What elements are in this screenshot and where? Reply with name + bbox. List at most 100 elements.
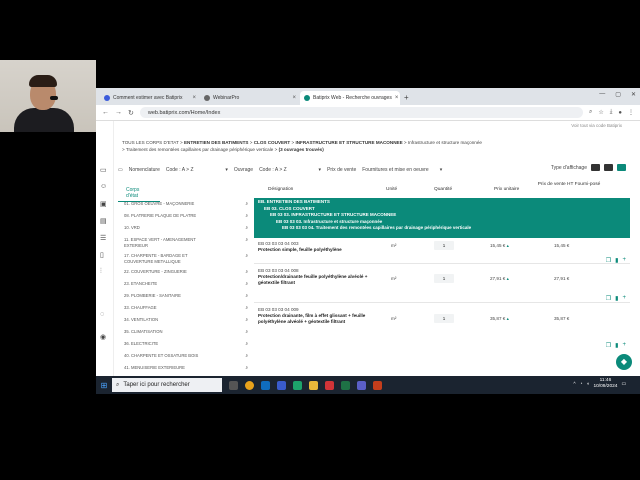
price-detail-icon[interactable]: ▴ (507, 276, 509, 281)
crumb-3[interactable]: CLOS COUVERT (254, 140, 291, 145)
add-icon[interactable]: + (622, 342, 626, 349)
crumb-1[interactable]: TOUS LES CORPS D'ETAT (122, 140, 179, 145)
app-icon[interactable] (277, 380, 286, 390)
list-item[interactable]: 08. PLATRERIE PLAQUE DE PLATRE ⌕ (124, 213, 248, 219)
menu-icon[interactable]: ⋮ (628, 109, 634, 116)
clock[interactable]: 11:46 10/09/2024 (593, 378, 617, 390)
url-input[interactable]: web.batiprix.com/Home/Index (139, 107, 583, 118)
search-icon[interactable]: ⌕ (245, 317, 248, 323)
account-icon[interactable]: ◉ (100, 333, 106, 341)
search-icon[interactable]: ⌕ (245, 365, 248, 371)
col-quantite[interactable]: Quantité (434, 187, 452, 192)
back-icon[interactable]: ← (102, 109, 109, 116)
crumb-5[interactable]: Infrastructure et structure maçonnée (408, 140, 482, 145)
crumb-6[interactable]: Traitement des remontées capillaires par… (126, 147, 273, 152)
file-explorer-icon[interactable] (309, 380, 318, 390)
col-unite[interactable]: Unité (386, 187, 397, 192)
search-icon[interactable]: ⌕ (245, 353, 248, 359)
bookmark-star-icon[interactable]: ☆ (598, 109, 603, 116)
crumb-4[interactable]: INFRASTRUCTURE ET STRUCTURE MACONNEE (295, 140, 402, 145)
book-view-icon[interactable] (591, 164, 600, 171)
folder-icon[interactable]: ▭ (100, 166, 107, 174)
monitor-view-icon[interactable] (604, 164, 613, 171)
search-icon[interactable]: ⌕ (245, 281, 248, 287)
bookmark-icon[interactable]: ▮ (615, 295, 618, 302)
tab-2[interactable]: WebinarPro × (200, 91, 300, 105)
acrobat-icon[interactable] (325, 380, 334, 390)
bookmark-icon[interactable]: ▮ (615, 342, 618, 349)
new-tab-button[interactable]: + (400, 91, 413, 105)
top-hint[interactable]: Voir tout via code Batiprix (571, 123, 622, 128)
corps-etat-title[interactable]: Corps d'état (118, 185, 160, 202)
close-icon[interactable]: × (292, 95, 296, 101)
prix-select[interactable]: Fournitures et mise en oeuvre ▾ (362, 167, 442, 173)
search-icon[interactable]: ⌕ (245, 305, 248, 311)
list-item[interactable]: 36. ELECTRICITE ⌕ (124, 341, 248, 347)
list-item[interactable]: 33. CHAUFFAGE ⌕ (124, 305, 248, 311)
list-item[interactable]: 23. ETANCHEITE ⌕ (124, 281, 248, 287)
tree-icon[interactable]: ▭ (118, 167, 123, 173)
copy-icon[interactable]: ❐ (606, 295, 611, 302)
network-icon[interactable]: ◔ (580, 382, 583, 387)
close-window-icon[interactable]: ✕ (631, 91, 636, 98)
task-view-icon[interactable] (229, 380, 238, 390)
search-icon[interactable]: ⌕ (245, 329, 248, 335)
briefcase-icon[interactable]: ▣ (100, 200, 107, 208)
notification-icon[interactable]: ▭ (621, 382, 626, 387)
download-icon[interactable]: ⤓ (610, 109, 613, 116)
list-item[interactable]: 22. COUVERTURE - ZINGUERIE ⌕ (124, 269, 248, 275)
nomenclature-select[interactable]: Code : A > Z ▾ (166, 167, 228, 173)
chevron-up-icon[interactable]: ^ (573, 382, 575, 387)
quantity-input[interactable]: 1 (434, 274, 454, 283)
ouvrage-select[interactable]: Code : A > Z ▾ (259, 167, 321, 173)
band-level-5[interactable]: EB 03 03 03 04. Traitement des remontées… (258, 225, 626, 232)
search-icon[interactable]: ⌕ (245, 341, 248, 347)
price-detail-icon[interactable]: ▴ (507, 316, 509, 321)
powerpoint-icon[interactable] (373, 380, 382, 390)
excel-icon[interactable] (341, 380, 350, 390)
copy-icon[interactable]: ❐ (606, 342, 611, 349)
search-icon[interactable]: ⌕ (245, 201, 248, 207)
close-icon[interactable]: × (395, 95, 399, 101)
list-item[interactable]: 40. CHARPENTE ET OSSATURE BOIS ⌕ (124, 353, 248, 359)
edge-icon[interactable] (293, 380, 302, 390)
list-item[interactable]: 17. CHARPENTE - BARDAGE ET COUVERTURE ME… (124, 253, 248, 264)
search-icon[interactable]: ⌕ (245, 237, 248, 248)
list-item[interactable]: 34. VENTILATION ⌕ (124, 317, 248, 323)
volume-icon[interactable]: ◖ (587, 382, 590, 387)
list-item[interactable]: 41. MENUISERIE EXTERIEURE ⌕ (124, 365, 248, 371)
document-icon[interactable]: ▤ (100, 217, 107, 225)
list-item[interactable]: 35. CLIMATISATION ⌕ (124, 329, 248, 335)
quantity-input[interactable]: 1 (434, 314, 454, 323)
search-icon[interactable]: ⌕ (245, 225, 248, 231)
minimize-icon[interactable]: — (599, 91, 605, 98)
list-item[interactable]: 01. GROS OEUVRE - MAÇONNERIE ⌕ (124, 201, 248, 207)
table-view-icon[interactable] (617, 164, 626, 171)
zoom-icon[interactable]: ⌕ (589, 109, 592, 116)
crumb-2[interactable]: ENTRETIEN DES BATIMENTS (184, 140, 249, 145)
forward-icon[interactable]: → (115, 109, 122, 116)
profile-icon[interactable]: ● (618, 110, 622, 116)
col-designation[interactable]: Désignation (268, 187, 293, 192)
reload-icon[interactable]: ↻ (128, 109, 134, 117)
windows-start-icon[interactable]: ⊞ (96, 381, 112, 390)
chrome-icon[interactable] (245, 380, 254, 390)
price-detail-icon[interactable]: ▴ (507, 243, 509, 248)
teams-icon[interactable] (357, 380, 366, 390)
add-icon[interactable]: + (622, 295, 626, 302)
col-prix-vente[interactable]: Prix de vente HT Fourni-posé (534, 182, 604, 187)
help-box-icon[interactable]: ◆ (616, 354, 632, 370)
bulb-icon[interactable]: ◌ (100, 311, 104, 318)
book-icon[interactable]: ▯ (100, 251, 104, 259)
outlook-icon[interactable] (261, 380, 270, 390)
taskbar-search[interactable]: ⌕ Taper ici pour rechercher (112, 378, 222, 392)
list-item[interactable]: 29. PLOMBERIE - SANITAIRE ⌕ (124, 293, 248, 299)
search-icon[interactable]: ⌕ (245, 213, 248, 219)
tab-1[interactable]: Comment estimer avec Batiprix × (100, 91, 200, 105)
list-item[interactable]: 11. ESPACE VERT - AMENAGEMENT EXTERIEUR ⌕ (124, 237, 248, 248)
tab-3[interactable]: Batiprix Web - Recherche ouvrages × (300, 91, 400, 105)
quantity-input[interactable]: 1 (434, 241, 454, 250)
list-icon[interactable]: ☰ (100, 234, 106, 242)
close-icon[interactable]: × (192, 95, 196, 101)
list-item[interactable]: 10. VRD ⌕ (124, 225, 248, 231)
